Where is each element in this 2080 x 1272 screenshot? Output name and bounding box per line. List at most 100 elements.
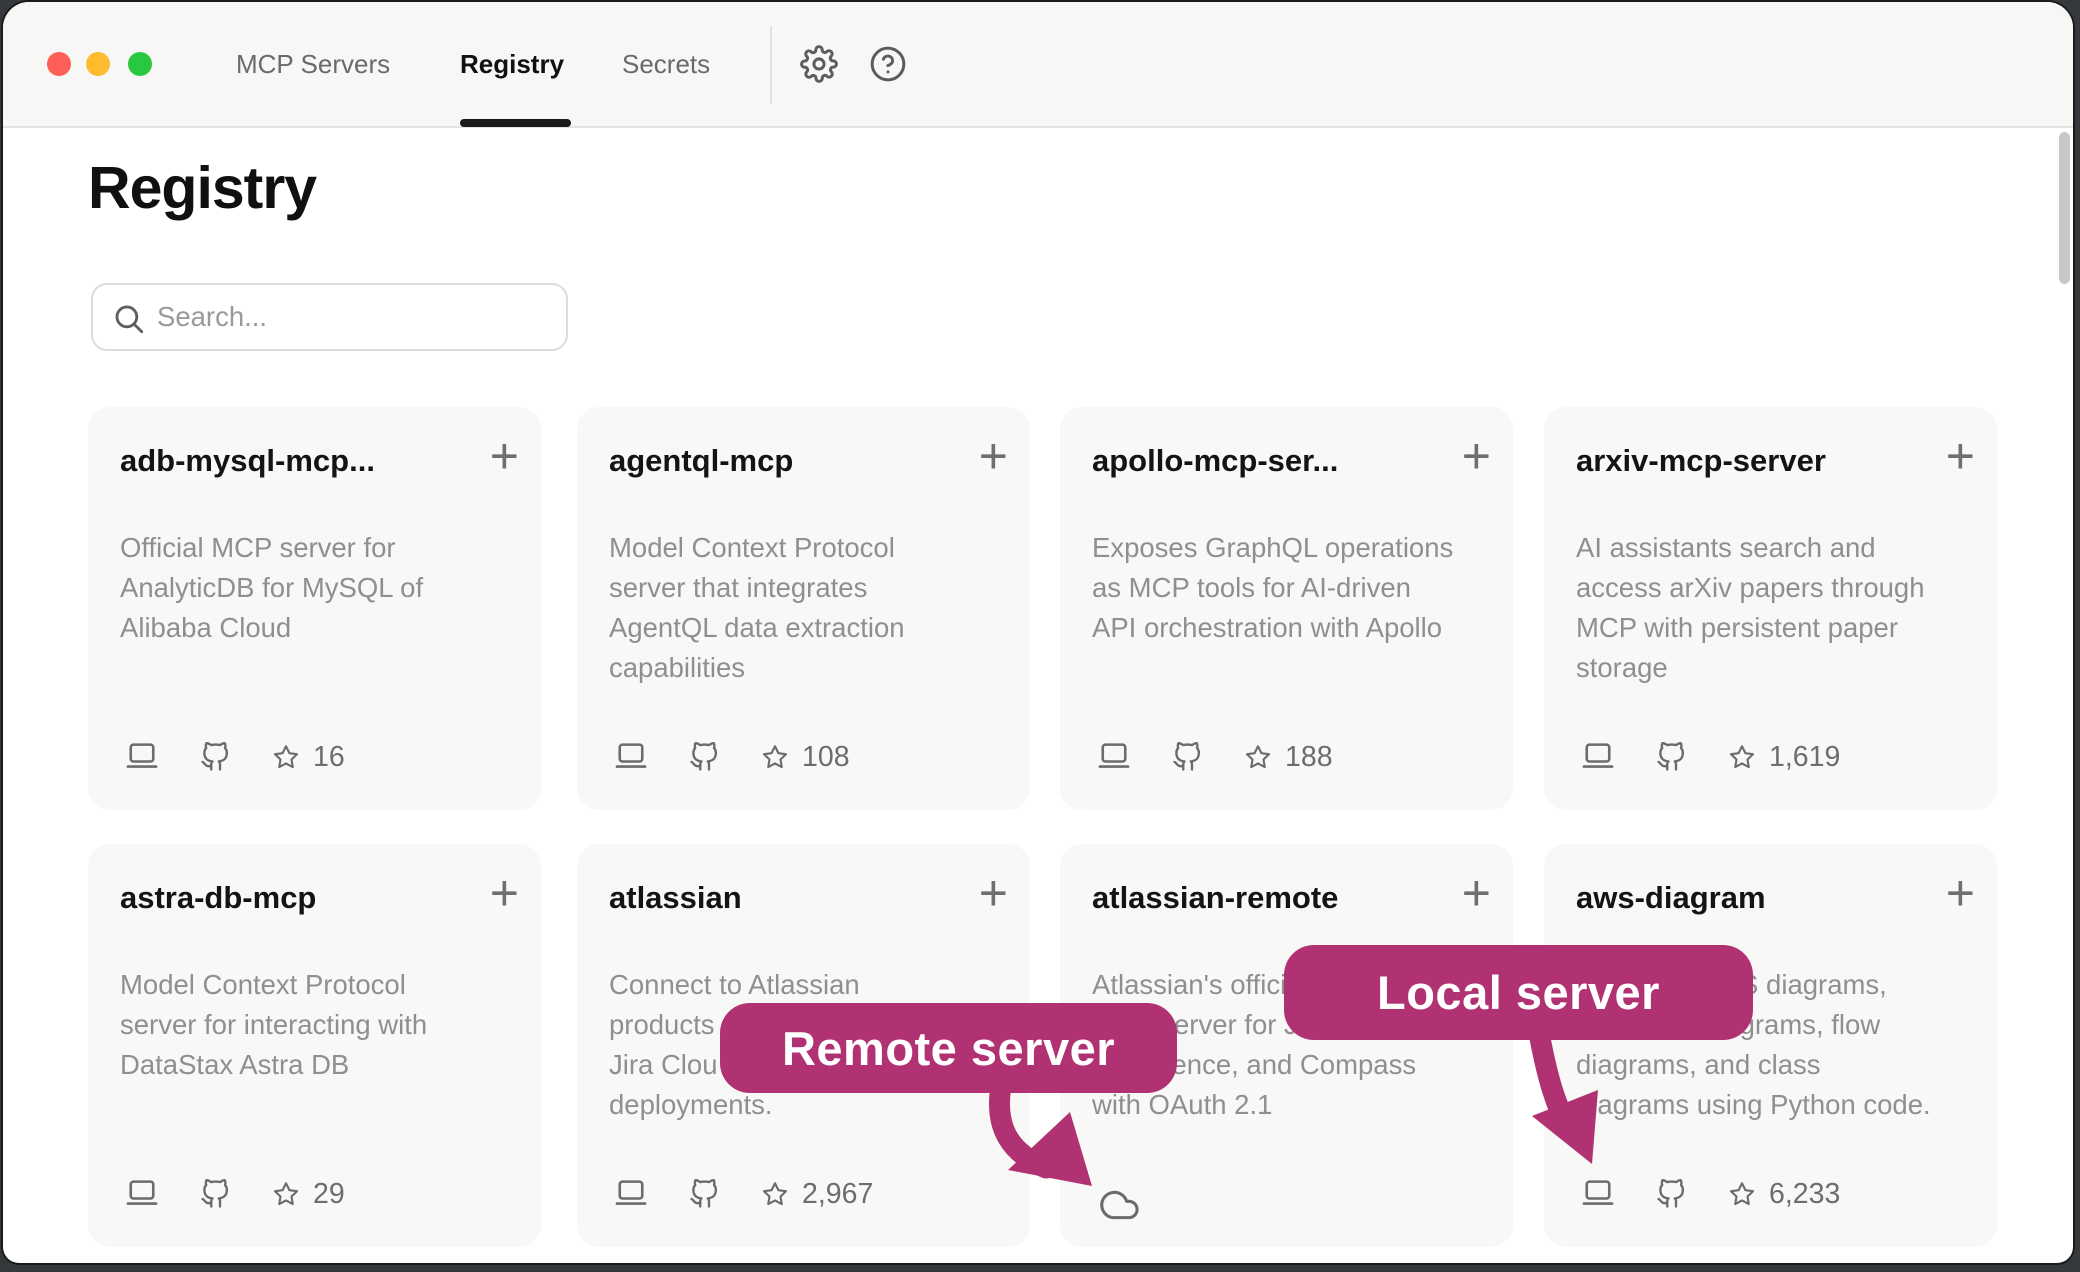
close-window-button[interactable] bbox=[47, 52, 71, 76]
star-icon bbox=[761, 1180, 789, 1208]
help-circle-icon bbox=[869, 71, 907, 86]
server-meta: 2,967 bbox=[613, 1174, 873, 1214]
server-name: arxiv-mcp-server bbox=[1576, 443, 1826, 479]
cloud-icon bbox=[1096, 1184, 1140, 1224]
server-description: Official MCP server for AnalyticDB for M… bbox=[120, 528, 423, 648]
server-meta bbox=[1096, 1174, 1140, 1214]
github-icon bbox=[689, 1179, 719, 1209]
description-line: storage bbox=[1576, 648, 1925, 688]
description-line: as MCP tools for AI-driven bbox=[1092, 568, 1453, 608]
server-meta: 6,233 bbox=[1580, 1174, 1840, 1214]
star-icon bbox=[272, 1180, 300, 1208]
vertical-scrollbar-thumb[interactable] bbox=[2059, 132, 2070, 284]
description-line: Connect to Atlassian bbox=[609, 965, 860, 1005]
add-server-button[interactable]: + bbox=[490, 431, 519, 481]
add-server-button[interactable]: + bbox=[1462, 431, 1491, 481]
server-name: adb-mysql-mcp... bbox=[120, 443, 375, 479]
description-line: server that integrates bbox=[609, 568, 905, 608]
github-icon bbox=[200, 1179, 230, 1209]
laptop-icon bbox=[1580, 739, 1616, 775]
local-server-badge-label: Local server bbox=[1377, 965, 1660, 1020]
server-description: Model Context Protocol server for intera… bbox=[120, 965, 427, 1085]
star-icon bbox=[1244, 743, 1272, 771]
settings-button[interactable] bbox=[800, 45, 838, 83]
description-line: Alibaba Cloud bbox=[120, 608, 423, 648]
server-card-aws-diagram[interactable]: aws-diagram + Generate AWS diagrams, seq… bbox=[1544, 844, 1997, 1247]
add-server-button[interactable]: + bbox=[979, 868, 1008, 918]
description-line: Official MCP server for bbox=[120, 528, 423, 568]
github-icon bbox=[689, 742, 719, 772]
laptop-icon bbox=[124, 739, 160, 775]
active-tab-indicator bbox=[460, 119, 571, 127]
tab-registry[interactable]: Registry bbox=[460, 49, 564, 80]
server-meta: 188 bbox=[1096, 737, 1333, 777]
server-meta: 1,619 bbox=[1580, 737, 1840, 777]
tab-secrets[interactable]: Secrets bbox=[622, 49, 710, 80]
zoom-window-button[interactable] bbox=[128, 52, 152, 76]
description-line: Exposes GraphQL operations bbox=[1092, 528, 1453, 568]
add-server-button[interactable]: + bbox=[979, 431, 1008, 481]
star-icon bbox=[272, 743, 300, 771]
server-description: Model Context Protocol server that integ… bbox=[609, 528, 905, 688]
page-title: Registry bbox=[88, 154, 316, 222]
laptop-icon bbox=[613, 739, 649, 775]
description-line: MCP with persistent paper bbox=[1576, 608, 1925, 648]
search-box bbox=[91, 283, 568, 351]
server-name: aws-diagram bbox=[1576, 880, 1766, 916]
description-line: capabilities bbox=[609, 648, 905, 688]
github-icon bbox=[200, 742, 230, 772]
github-icon bbox=[1172, 742, 1202, 772]
remote-server-badge-label: Remote server bbox=[782, 1021, 1115, 1076]
description-line: diagrams using Python code. bbox=[1576, 1085, 1931, 1125]
server-card-apollo[interactable]: apollo-mcp-ser... + Exposes GraphQL oper… bbox=[1060, 407, 1513, 810]
server-name: astra-db-mcp bbox=[120, 880, 316, 916]
star-count: 6,233 bbox=[1769, 1178, 1840, 1211]
star-icon bbox=[761, 743, 789, 771]
server-meta: 108 bbox=[613, 737, 850, 777]
server-name: atlassian bbox=[609, 880, 742, 916]
description-line: diagrams, and class bbox=[1576, 1045, 1931, 1085]
add-server-button[interactable]: + bbox=[1946, 868, 1975, 918]
server-card-arxiv[interactable]: arxiv-mcp-server + AI assistants search … bbox=[1544, 407, 1997, 810]
description-line: Model Context Protocol bbox=[120, 965, 427, 1005]
star-count: 29 bbox=[313, 1178, 345, 1211]
star-count: 16 bbox=[313, 741, 345, 774]
toolbar: MCP Servers Registry Secrets bbox=[3, 2, 2073, 128]
help-button[interactable] bbox=[869, 45, 907, 83]
star-icon bbox=[1728, 743, 1756, 771]
description-line: AI assistants search and bbox=[1576, 528, 1925, 568]
toolbar-divider bbox=[770, 26, 772, 104]
add-server-button[interactable]: + bbox=[1462, 868, 1491, 918]
server-name: atlassian-remote bbox=[1092, 880, 1338, 916]
minimize-window-button[interactable] bbox=[86, 52, 110, 76]
description-line: AnalyticDB for MySQL of bbox=[120, 568, 423, 608]
search-input[interactable] bbox=[157, 285, 557, 349]
server-description: Exposes GraphQL operations as MCP tools … bbox=[1092, 528, 1453, 648]
description-line: server for interacting with bbox=[120, 1005, 427, 1045]
gear-icon bbox=[800, 71, 838, 86]
star-count: 2,967 bbox=[802, 1178, 873, 1211]
laptop-icon bbox=[1580, 1176, 1616, 1212]
search-icon bbox=[112, 302, 146, 336]
add-server-button[interactable]: + bbox=[1946, 431, 1975, 481]
local-server-badge: Local server bbox=[1284, 945, 1753, 1040]
tab-mcp-servers[interactable]: MCP Servers bbox=[236, 49, 390, 80]
server-card-agentql[interactable]: agentql-mcp + Model Context Protocol ser… bbox=[577, 407, 1030, 810]
server-card-adb-mysql[interactable]: adb-mysql-mcp... + Official MCP server f… bbox=[88, 407, 541, 810]
server-name: agentql-mcp bbox=[609, 443, 793, 479]
server-card-astra-db[interactable]: astra-db-mcp + Model Context Protocol se… bbox=[88, 844, 541, 1247]
description-line: Model Context Protocol bbox=[609, 528, 905, 568]
server-name: apollo-mcp-ser... bbox=[1092, 443, 1338, 479]
server-meta: 29 bbox=[124, 1174, 345, 1214]
server-meta: 16 bbox=[124, 737, 345, 777]
server-description: AI assistants search and access arXiv pa… bbox=[1576, 528, 1925, 688]
laptop-icon bbox=[124, 1176, 160, 1212]
add-server-button[interactable]: + bbox=[490, 868, 519, 918]
description-line: AgentQL data extraction bbox=[609, 608, 905, 648]
description-line: DataStax Astra DB bbox=[120, 1045, 427, 1085]
star-icon bbox=[1728, 1180, 1756, 1208]
star-count: 1,619 bbox=[1769, 741, 1840, 774]
laptop-icon bbox=[1096, 739, 1132, 775]
description-line: access arXiv papers through bbox=[1576, 568, 1925, 608]
remote-server-badge: Remote server bbox=[720, 1003, 1177, 1093]
